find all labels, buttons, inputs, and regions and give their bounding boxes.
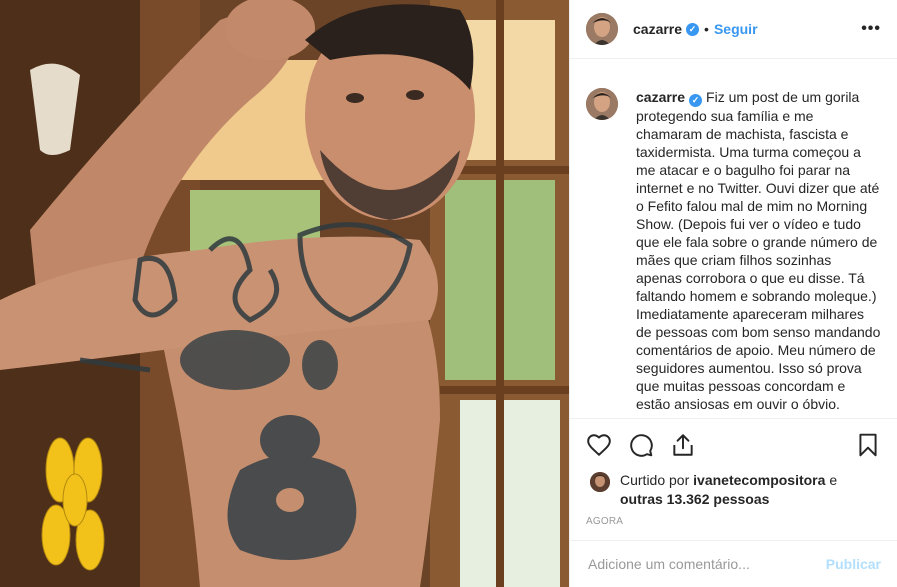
avatar-image (586, 13, 618, 45)
caption-author-avatar[interactable] (586, 88, 618, 120)
post-photo[interactable] (0, 0, 569, 587)
liker-username[interactable]: ivanetecompositora (693, 472, 825, 488)
follow-button[interactable]: Seguir (714, 21, 758, 37)
post-side-panel: cazarre ✓ • Seguir ••• cazarre ✓ Fiz um po… (569, 0, 897, 587)
comment-input[interactable] (588, 556, 826, 572)
likes-prefix: Curtido por (620, 472, 690, 488)
author-avatar[interactable] (586, 13, 618, 45)
avatar-image (586, 88, 618, 120)
bookmark-icon[interactable] (855, 432, 881, 458)
post-actions-section: Curtido por ivanetecompositora e outras … (570, 418, 897, 527)
post-timestamp[interactable]: AGORA (586, 516, 881, 527)
likes-summary: Curtido por ivanetecompositora e outras … (586, 471, 881, 509)
likes-count[interactable]: outras 13.362 pessoas (620, 491, 769, 507)
likes-and: e (829, 472, 838, 488)
action-bar (586, 419, 881, 471)
publish-button[interactable]: Publicar (826, 556, 881, 572)
verified-badge-icon: ✓ (686, 22, 700, 36)
verified-badge-icon: ✓ (689, 93, 703, 107)
share-icon[interactable] (670, 432, 696, 458)
avatar-image (590, 472, 610, 492)
author-username[interactable]: cazarre (633, 21, 682, 37)
more-options-icon[interactable]: ••• (861, 20, 881, 38)
comment-icon[interactable] (628, 432, 654, 458)
post-header: cazarre ✓ • Seguir ••• (570, 0, 897, 59)
liker-avatar[interactable] (590, 472, 610, 492)
caption-text: Fiz um post de um gorila protegendo sua … (636, 89, 881, 412)
caption-username[interactable]: cazarre (636, 89, 685, 105)
comments-area[interactable]: cazarre ✓ Fiz um post de um gorila protege… (570, 60, 897, 417)
heart-icon[interactable] (586, 432, 612, 458)
likes-text: Curtido por ivanetecompositora e outras … (620, 471, 837, 509)
add-comment-bar: Publicar (570, 540, 897, 587)
post-photo-illustration (0, 0, 569, 587)
post-caption: cazarre ✓ Fiz um post de um gorila protege… (636, 88, 881, 417)
separator-dot: • (704, 21, 709, 37)
